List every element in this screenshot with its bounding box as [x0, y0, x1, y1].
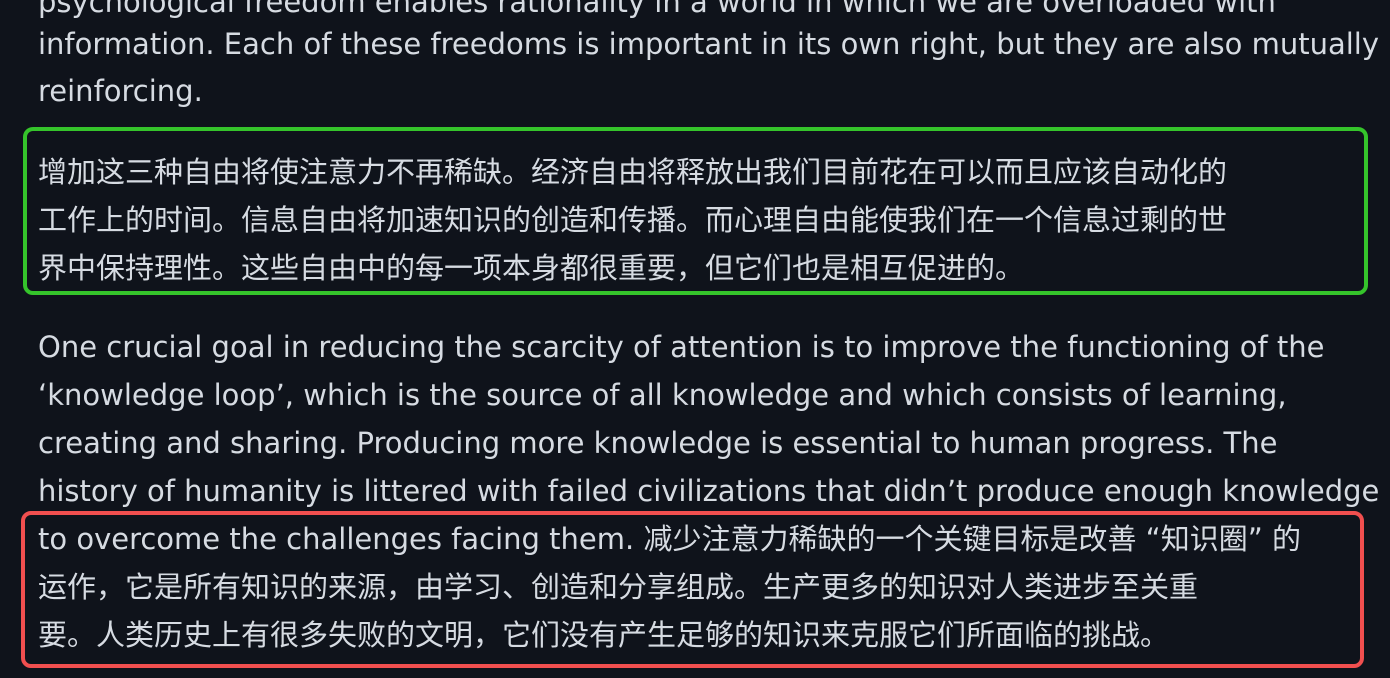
red-block-line-1-zh: 减少注意力稀缺的一个关键目标是改善 “知识圈” 的	[643, 522, 1301, 556]
red-block-line-1: to overcome the challenges facing them. …	[38, 515, 1301, 563]
red-block-line-3: 要。人类历史上有很多失败的文明，它们没有产生足够的知识来克服它们所面临的挑战。	[38, 618, 1170, 652]
paragraph-2-line-1: One crucial goal in reducing the scarcit…	[38, 330, 1325, 364]
paragraph-1-line-3: reinforcing.	[38, 74, 203, 108]
green-block-line-1: 增加这三种自由将使注意力不再稀缺。经济自由将释放出我们目前花在可以而且应该自动化…	[38, 155, 1228, 189]
paragraph-1-line-2: information. Each of these freedoms is i…	[38, 27, 1379, 61]
green-block-line-3: 界中保持理性。这些自由中的每一项本身都很重要，但它们也是相互促进的。	[38, 251, 1025, 285]
paragraph-2-line-3: creating and sharing. Producing more kno…	[38, 426, 1278, 460]
paragraph-2-line-2: ‘knowledge loop’, which is the source of…	[38, 378, 1287, 412]
page: { "colors": { "background": "#0f131b", "…	[0, 0, 1390, 678]
red-block-line-2: 运作，它是所有知识的来源，由学习、创造和分享组成。生产更多的知识对人类进步至关重	[38, 570, 1199, 604]
paragraph-2-line-4: history of humanity is littered with fai…	[38, 474, 1380, 508]
red-block-line-1-en: to overcome the challenges facing them.	[38, 522, 635, 556]
green-block-line-2: 工作上的时间。信息自由将加速知识的创造和传播。而心理自由能使我们在一个信息过剩的…	[38, 203, 1228, 237]
